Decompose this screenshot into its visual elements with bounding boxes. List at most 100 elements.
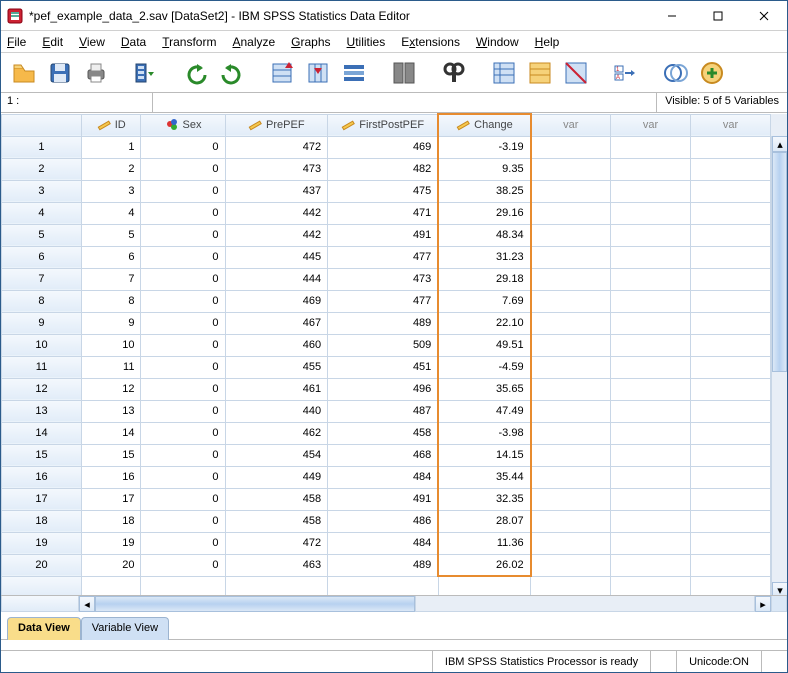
menu-utilities[interactable]: Utilities (347, 35, 386, 49)
cell-prepef[interactable]: 467 (225, 312, 328, 334)
scroll-up-icon[interactable]: ▴ (772, 136, 787, 152)
cell-id[interactable]: 16 (81, 466, 140, 488)
cell-id[interactable]: 19 (81, 532, 140, 554)
menu-data[interactable]: Data (121, 35, 146, 49)
cell-empty[interactable] (531, 312, 611, 334)
cell-empty[interactable] (531, 136, 611, 158)
cell-id[interactable]: 12 (81, 378, 140, 400)
cell-prepef[interactable]: 440 (225, 400, 328, 422)
row-number[interactable]: 3 (2, 180, 82, 202)
cell-prepef[interactable]: 462 (225, 422, 328, 444)
cell-firstpostpef[interactable]: 458 (328, 422, 439, 444)
tab-data-view[interactable]: Data View (7, 617, 81, 640)
cell-sex[interactable]: 0 (141, 290, 225, 312)
scroll-down-icon[interactable]: ▾ (772, 582, 787, 595)
cell-empty[interactable] (531, 554, 611, 576)
cell-empty[interactable] (611, 224, 691, 246)
cell-id[interactable]: 3 (81, 180, 140, 202)
cell-empty[interactable] (691, 422, 771, 444)
cell-empty[interactable] (611, 532, 691, 554)
cell-empty[interactable] (611, 400, 691, 422)
column-header-empty[interactable]: var (691, 114, 771, 136)
save-icon[interactable] (45, 58, 75, 88)
cell-empty[interactable] (531, 466, 611, 488)
cell-id[interactable]: 13 (81, 400, 140, 422)
table-row[interactable]: 1010046050949.51 (2, 334, 788, 356)
print-icon[interactable] (81, 58, 111, 88)
cell-firstpostpef[interactable]: 491 (328, 488, 439, 510)
cell-id[interactable]: 11 (81, 356, 140, 378)
cell-id[interactable]: 2 (81, 158, 140, 180)
cell-id[interactable]: 9 (81, 312, 140, 334)
cell-empty[interactable] (691, 356, 771, 378)
cell-id[interactable]: 18 (81, 510, 140, 532)
cell-firstpostpef[interactable]: 484 (328, 466, 439, 488)
menu-file[interactable]: File (7, 35, 26, 49)
cell-empty[interactable] (691, 334, 771, 356)
run-descriptives-icon[interactable] (389, 58, 419, 88)
cell-firstpostpef[interactable]: 477 (328, 290, 439, 312)
cell-sex[interactable]: 0 (141, 532, 225, 554)
table-row[interactable]: 110472469-3.19▴▾ (2, 136, 788, 158)
row-number[interactable]: 1 (2, 136, 82, 158)
cell-empty[interactable] (611, 510, 691, 532)
cell-prepef[interactable]: 473 (225, 158, 328, 180)
cell-firstpostpef[interactable]: 509 (328, 334, 439, 356)
close-button[interactable] (741, 1, 787, 31)
cell-id[interactable]: 5 (81, 224, 140, 246)
cell-empty[interactable] (691, 532, 771, 554)
row-number[interactable]: 2 (2, 158, 82, 180)
cell-prepef[interactable]: 444 (225, 268, 328, 290)
table-row[interactable]: 99046748922.10 (2, 312, 788, 334)
goto-variable-icon[interactable] (303, 58, 333, 88)
column-header-id[interactable]: ID (81, 114, 140, 136)
row-number[interactable]: 8 (2, 290, 82, 312)
menu-edit[interactable]: Edit (42, 35, 63, 49)
cell-sex[interactable]: 0 (141, 554, 225, 576)
cell-empty[interactable] (691, 224, 771, 246)
cell-change[interactable]: 47.49 (438, 400, 530, 422)
row-number[interactable]: 15 (2, 444, 82, 466)
cell-empty[interactable] (531, 268, 611, 290)
table-row[interactable]: 2020046348926.02 (2, 554, 788, 576)
cell-change[interactable]: -3.19 (438, 136, 530, 158)
cell-change[interactable]: 14.15 (438, 444, 530, 466)
cell-firstpostpef[interactable]: 486 (328, 510, 439, 532)
cell-id[interactable]: 4 (81, 202, 140, 224)
cell-firstpostpef[interactable]: 491 (328, 224, 439, 246)
cell-prepef[interactable]: 469 (225, 290, 328, 312)
table-row[interactable]: 2204734829.35 (2, 158, 788, 180)
cell-empty[interactable] (611, 180, 691, 202)
vertical-scrollbar[interactable]: ▴▾ (771, 136, 787, 595)
tab-variable-view[interactable]: Variable View (81, 617, 169, 640)
cell-sex[interactable]: 0 (141, 444, 225, 466)
table-row[interactable]: 77044447329.18 (2, 268, 788, 290)
cell-empty[interactable] (531, 510, 611, 532)
cell-firstpostpef[interactable]: 469 (328, 136, 439, 158)
row-number[interactable]: 5 (2, 224, 82, 246)
row-number[interactable]: 12 (2, 378, 82, 400)
use-sets-icon[interactable] (661, 58, 691, 88)
cell-empty[interactable] (531, 334, 611, 356)
cell-sex[interactable]: 0 (141, 268, 225, 290)
row-number[interactable]: 11 (2, 356, 82, 378)
hscroll-thumb[interactable] (95, 596, 415, 612)
cell-sex[interactable]: 0 (141, 400, 225, 422)
cell-sex[interactable]: 0 (141, 422, 225, 444)
cell-id[interactable]: 6 (81, 246, 140, 268)
cell-prepef[interactable]: 461 (225, 378, 328, 400)
cell-id[interactable]: 8 (81, 290, 140, 312)
menu-transform[interactable]: Transform (162, 35, 216, 49)
cell-empty[interactable] (611, 202, 691, 224)
cell-id[interactable]: 10 (81, 334, 140, 356)
table-row[interactable]: 1919047248411.36 (2, 532, 788, 554)
cell-empty[interactable] (691, 554, 771, 576)
cell-prepef[interactable]: 455 (225, 356, 328, 378)
cell-firstpostpef[interactable]: 451 (328, 356, 439, 378)
row-number[interactable]: 19 (2, 532, 82, 554)
table-row-empty[interactable] (2, 576, 788, 595)
cell-sex[interactable]: 0 (141, 180, 225, 202)
row-number[interactable]: 18 (2, 510, 82, 532)
cell-empty[interactable] (611, 422, 691, 444)
cell-change[interactable]: 26.02 (438, 554, 530, 576)
